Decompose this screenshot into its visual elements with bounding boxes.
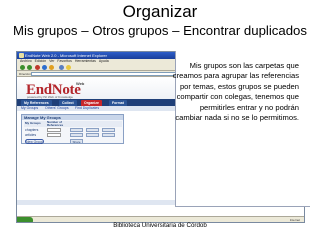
group-count-field xyxy=(47,133,61,137)
forward-icon[interactable] xyxy=(27,65,32,70)
slide-subtitle: Mis grupos – Otros grupos – Encontrar du… xyxy=(13,23,307,38)
panel-title: Manage My Groups xyxy=(22,115,123,120)
search-icon[interactable] xyxy=(59,65,64,70)
new-group-button[interactable]: New Group xyxy=(25,139,44,144)
ie-icon xyxy=(19,53,24,58)
home-icon[interactable] xyxy=(49,65,54,70)
header-my-groups: My Groups xyxy=(25,121,41,125)
groups-table-header: My Groups Number of References xyxy=(24,121,122,127)
explanation-callout: Mis grupos son las carpetas que creamos … xyxy=(173,51,310,207)
subnav-find-duplicates[interactable]: Find Duplicates xyxy=(75,106,99,111)
manage-groups-panel: Manage My Groups My Groups Number of Ref… xyxy=(21,114,124,144)
group-name[interactable]: articles xyxy=(25,133,36,138)
share-button[interactable]: Share xyxy=(70,139,83,144)
row-action-button[interactable] xyxy=(70,133,83,137)
favorites-icon[interactable] xyxy=(66,65,71,70)
back-icon[interactable] xyxy=(20,65,25,70)
slide-footer: Biblioteca Universitaria de Córdob xyxy=(113,222,207,229)
row-action-button[interactable] xyxy=(102,133,115,137)
endnote-logo-suffix: Web xyxy=(76,81,85,86)
refresh-icon[interactable] xyxy=(42,65,47,70)
slide-title: Organizar xyxy=(122,2,198,21)
row-action-button[interactable] xyxy=(86,128,99,132)
subnav-my-groups[interactable]: My Groups xyxy=(21,106,38,111)
row-action-button[interactable] xyxy=(70,128,83,132)
row-action-button[interactable] xyxy=(102,128,115,132)
header-number-of-references: Number of References xyxy=(47,120,64,127)
group-count-field xyxy=(47,128,61,132)
callout-text: Mis grupos son las carpetas que creamos … xyxy=(172,61,299,123)
row-action-button[interactable] xyxy=(86,133,99,137)
table-row: articles xyxy=(24,133,122,138)
browser-window-title: EndNote Web 2.0 - Microsoft Internet Exp… xyxy=(25,53,107,58)
stop-icon[interactable] xyxy=(35,65,40,70)
subnav-others-groups[interactable]: Others' Groups xyxy=(45,106,69,111)
